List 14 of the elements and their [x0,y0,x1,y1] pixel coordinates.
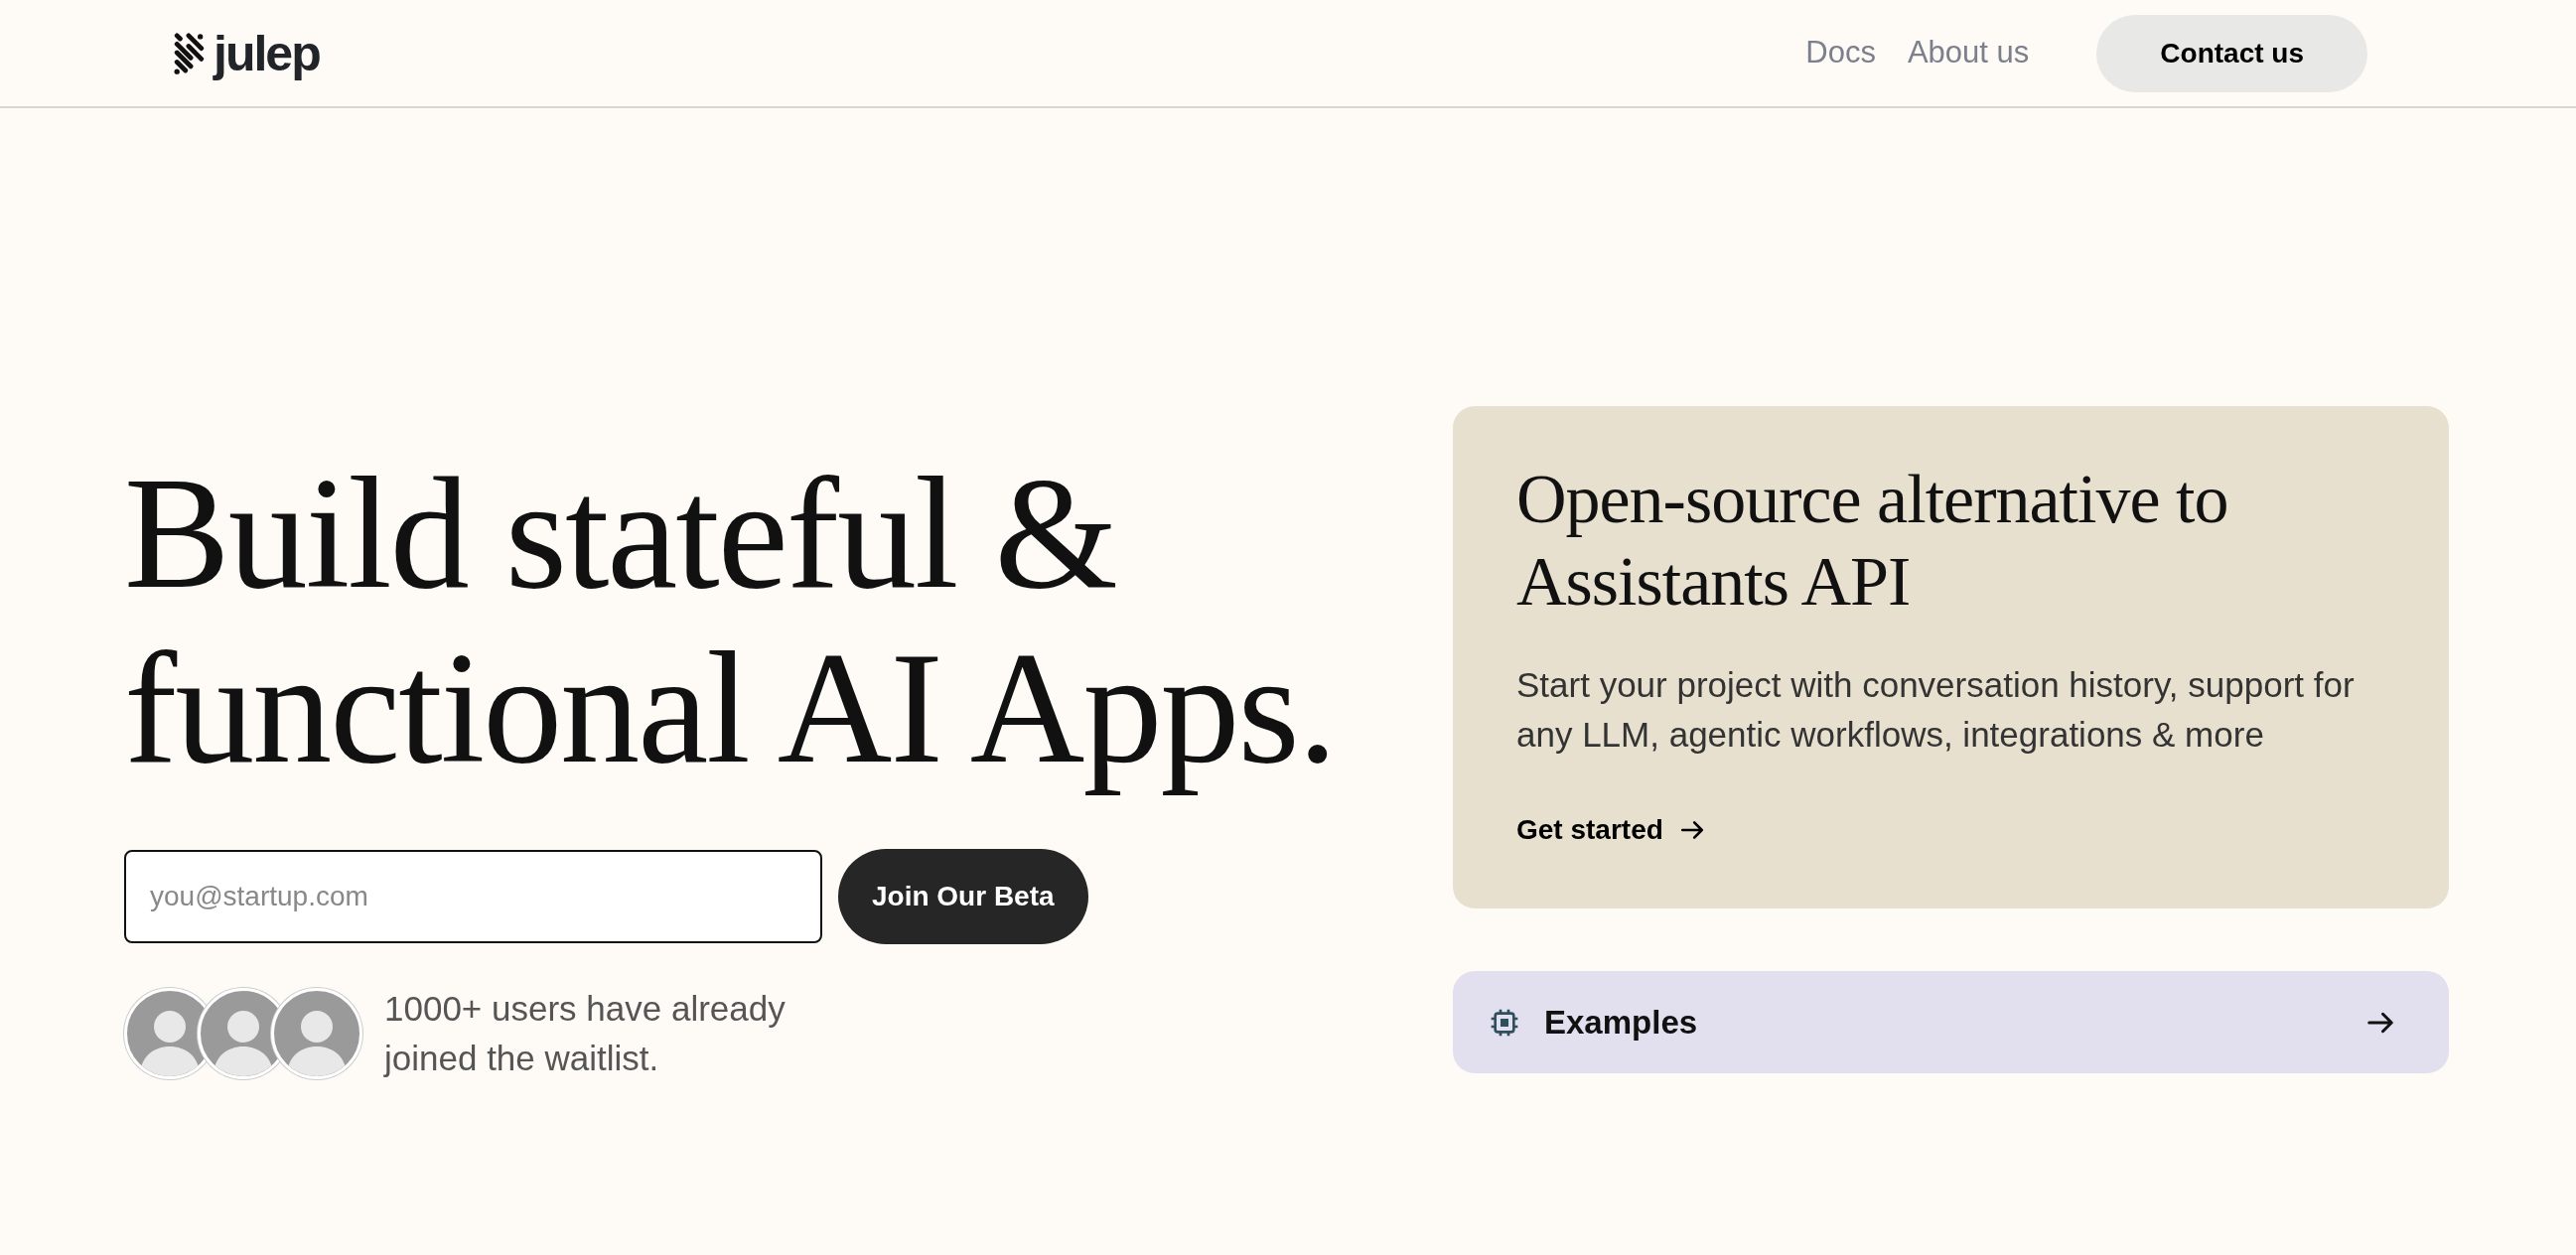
waitlist-text: 1000+ users have already joined the waitlist. [384,988,787,1079]
examples-card[interactable]: Examples [1453,971,2449,1073]
card-title: Open-source alternative to Assistants API [1516,460,2229,622]
headline: Build stateful & functional AI Apps. [124,446,1337,798]
contact-button[interactable]: Contact us [2096,14,2367,92]
join-beta-button[interactable]: Join Our Beta [838,849,1088,944]
logo-icon [174,31,206,75]
nav-link[interactable]: About us [1907,30,2030,76]
card-description: Start your project with conversation history, support for any LLM, agentic workflows, integrations & more [1516,664,2356,756]
get-started-link[interactable]: Get started [1516,809,1705,851]
logo-text[interactable]: julep [214,28,320,78]
examples-label: Examples [1544,1002,1698,1043]
email-field[interactable]: you@startup.com [124,850,822,943]
nav-link[interactable]: Docs [1805,30,1876,76]
